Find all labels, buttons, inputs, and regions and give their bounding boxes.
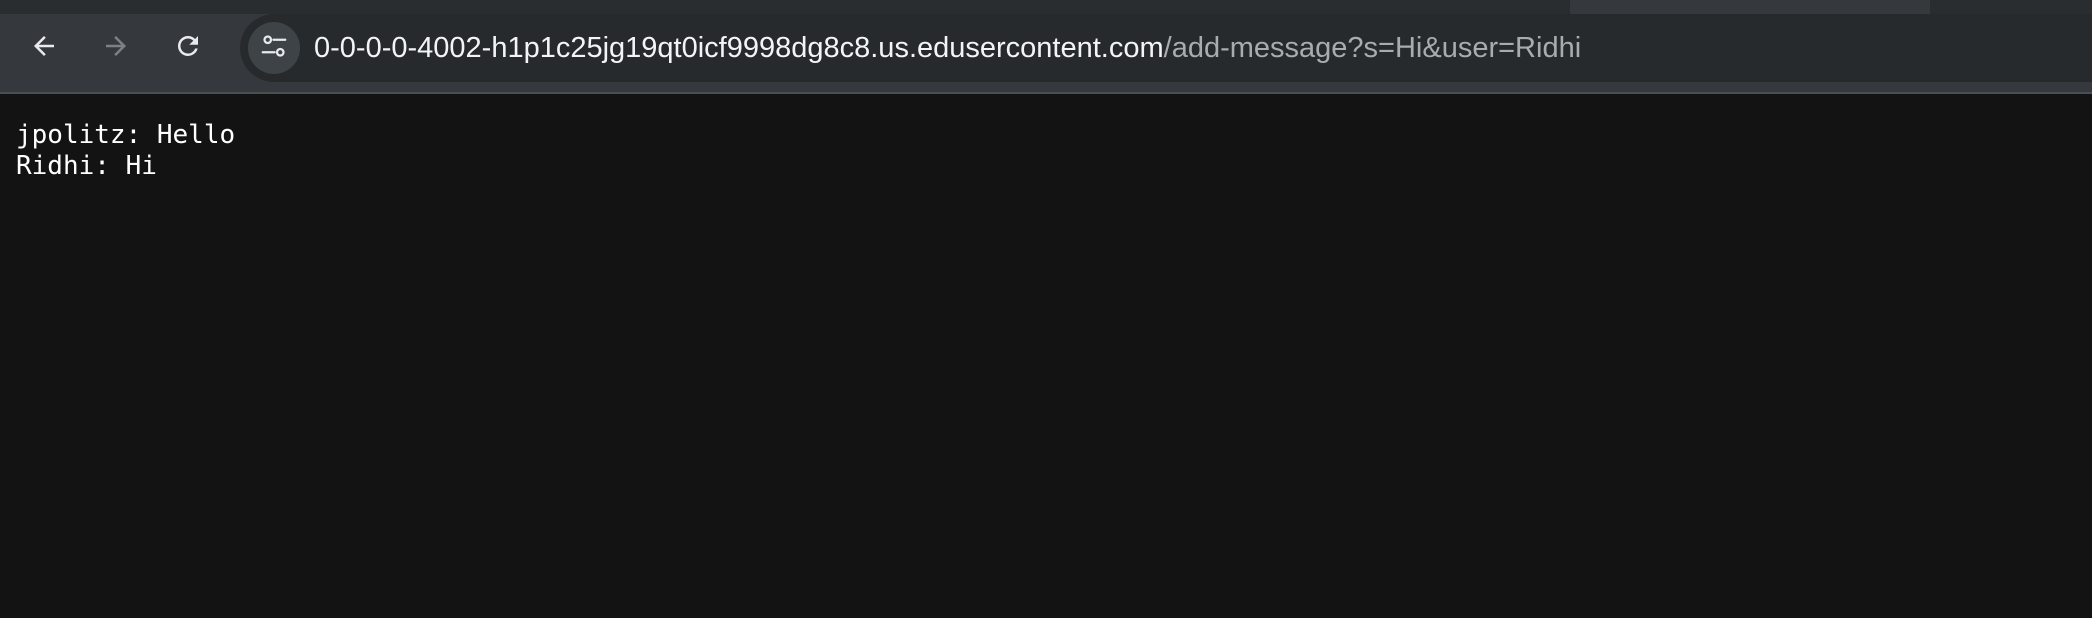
forward-button[interactable] (92, 22, 140, 70)
arrow-right-icon (101, 31, 131, 61)
page-content: jpolitz: Hello Ridhi: Hi (16, 120, 235, 182)
url-text[interactable]: 0-0-0-0-4002-h1p1c25jg19qt0icf9998dg8c8.… (314, 14, 1581, 82)
arrow-left-icon (29, 31, 59, 61)
address-bar[interactable]: 0-0-0-0-4002-h1p1c25jg19qt0icf9998dg8c8.… (240, 14, 2092, 82)
back-button[interactable] (20, 22, 68, 70)
tab-strip-active-edge (1570, 0, 1930, 14)
tab-strip-edge (0, 0, 2092, 14)
browser-toolbar: 0-0-0-0-4002-h1p1c25jg19qt0icf9998dg8c8.… (0, 0, 2092, 94)
site-info-button[interactable] (248, 22, 300, 74)
url-path: /add-message?s=Hi&user=Ridhi (1163, 32, 1582, 64)
tune-icon (259, 31, 289, 66)
reload-button[interactable] (164, 22, 212, 70)
message-line: Ridhi: Hi (16, 151, 157, 181)
message-line: jpolitz: Hello (16, 120, 236, 150)
url-host: 0-0-0-0-4002-h1p1c25jg19qt0icf9998dg8c8.… (314, 32, 1164, 64)
reload-icon (173, 31, 203, 61)
